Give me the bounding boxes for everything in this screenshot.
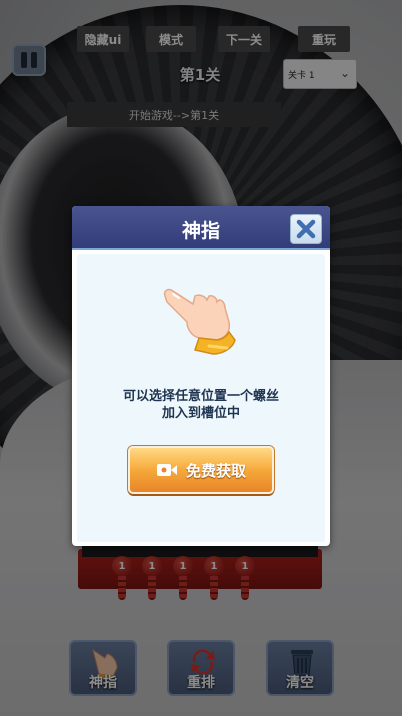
free-get-label: 免费获取	[185, 461, 246, 480]
close-icon	[296, 219, 316, 239]
free-get-button[interactable]: 免费获取	[128, 446, 274, 494]
video-icon	[156, 464, 177, 476]
dialog-description: 可以选择任意位置一个螺丝 加入到槽位中	[77, 388, 325, 422]
finger-power-dialog: 神指 可以选择任意位置一个螺丝 加入到槽位中 免费获取	[72, 206, 330, 546]
finger-hand-icon	[163, 288, 236, 355]
close-button[interactable]	[290, 214, 322, 244]
dialog-header: 神指	[72, 206, 330, 250]
dialog-body: 可以选择任意位置一个螺丝 加入到槽位中 免费获取	[77, 254, 325, 542]
description-line-2: 加入到槽位中	[161, 406, 240, 421]
description-line-1: 可以选择任意位置一个螺丝	[122, 389, 279, 404]
